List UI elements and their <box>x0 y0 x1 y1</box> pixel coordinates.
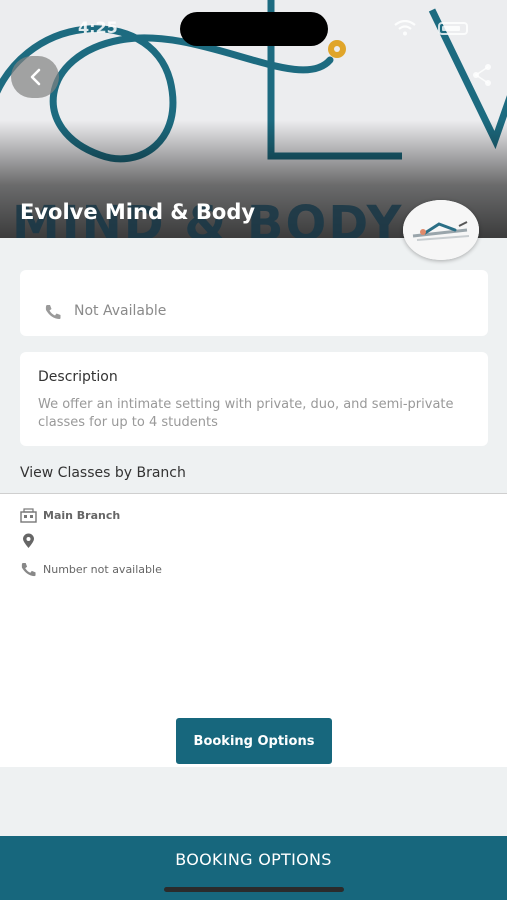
description-card: Description We offer an intimate setting… <box>20 352 488 446</box>
gym-title: Evolve Mind & Body <box>20 200 256 224</box>
phone-icon <box>21 562 36 576</box>
status-time: 4:25 <box>78 18 118 37</box>
wifi-icon <box>394 20 416 36</box>
phone-icon <box>45 305 61 319</box>
gym-avatar <box>403 200 479 260</box>
branch-name: Main Branch <box>43 508 121 522</box>
branch-name-row[interactable]: Main Branch <box>20 506 120 524</box>
battery-icon <box>438 22 468 35</box>
branch-location-row <box>20 532 43 550</box>
home-indicator <box>164 887 344 892</box>
branch-heading: View Classes by Branch <box>20 465 186 481</box>
building-icon <box>20 507 37 523</box>
bottom-booking-label: BOOKING OPTIONS <box>175 850 332 869</box>
contact-card: Not Available <box>20 270 488 336</box>
description-title: Description <box>38 369 118 385</box>
booking-options-button[interactable]: Booking Options <box>176 718 332 764</box>
branch-phone: Number not available <box>43 562 162 576</box>
back-button[interactable] <box>11 56 59 98</box>
share-icon[interactable] <box>470 62 494 88</box>
notch <box>180 12 328 46</box>
description-body: We offer an intimate setting with privat… <box>38 397 454 430</box>
branch-section: Main Branch Number not available Booking… <box>0 493 507 767</box>
phone-number: Not Available <box>74 303 167 319</box>
branch-phone-row: Number not available <box>20 560 162 578</box>
location-pin-icon <box>23 533 34 548</box>
reformer-image <box>403 200 479 260</box>
back-arrow-icon <box>30 68 41 86</box>
bottom-booking-bar[interactable]: BOOKING OPTIONS <box>0 836 507 900</box>
